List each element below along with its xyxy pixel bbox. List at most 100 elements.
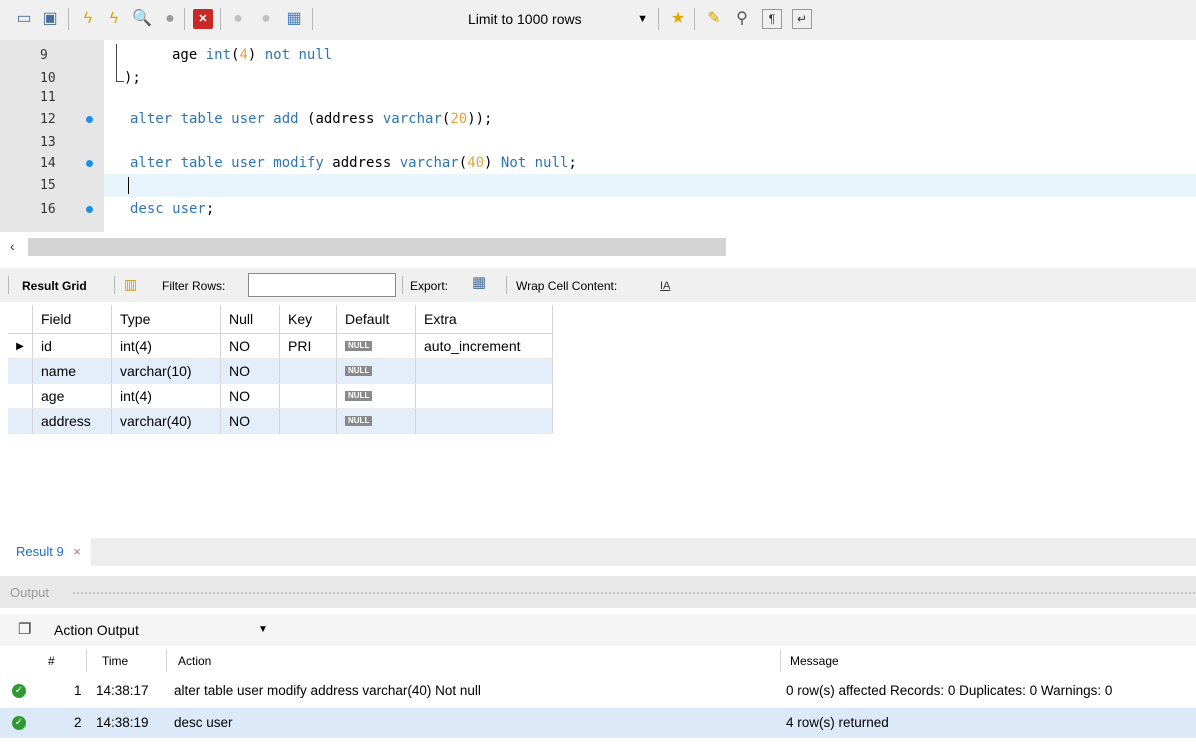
limit-rows-select[interactable]: Limit to 1000 rows ▼	[462, 8, 652, 30]
execute-icon[interactable]: ϟ	[78, 9, 98, 29]
code-text: desc user;	[130, 198, 214, 221]
column-header[interactable]: Null	[220, 305, 280, 334]
table-cell[interactable]: int(4)	[111, 333, 221, 359]
rollback-icon[interactable]: ●	[256, 9, 276, 29]
toggle-error-icon[interactable]: ✕	[193, 9, 213, 29]
scroll-left-icon[interactable]: ‹	[10, 238, 15, 254]
sql-editor[interactable]: 9 age int(4) not null 10 ); 11 12 alter …	[0, 40, 1196, 232]
output-row[interactable]: ✓ 2 14:38:19 desc user 4 row(s) returned	[0, 708, 1196, 738]
execute-current-icon[interactable]: ϟ	[104, 9, 124, 29]
wrap-cell-icon[interactable]: IA	[660, 278, 670, 294]
toolbar-separator	[506, 276, 507, 294]
code-token: ));	[467, 111, 493, 127]
wrap-cell-label: Wrap Cell Content:	[516, 279, 618, 293]
column-header[interactable]: Default	[336, 305, 416, 334]
table-cell[interactable]: varchar(10)	[111, 358, 221, 384]
open-folder-icon[interactable]: ▭	[14, 9, 34, 29]
table-cell[interactable]: NULL	[336, 408, 416, 434]
success-check-icon: ✓	[12, 716, 26, 730]
code-token: Not null	[500, 155, 569, 171]
beautify-icon[interactable]: ✎	[704, 9, 724, 29]
result-grid: Field Type Null Key Default Extra ▶ id i…	[8, 305, 553, 434]
code-token: desc user	[130, 201, 206, 217]
table-cell[interactable]	[415, 358, 553, 384]
result-grid-tab[interactable]: Result Grid	[22, 278, 87, 294]
close-icon[interactable]: ×	[73, 544, 81, 559]
table-cell[interactable]	[279, 383, 337, 409]
code-token: address	[332, 155, 400, 171]
tab-result-9[interactable]: Result 9 ×	[0, 538, 91, 566]
code-line: 16 desc user;	[0, 198, 1196, 221]
table-cell[interactable]: address	[32, 408, 112, 434]
null-badge: NULL	[345, 391, 373, 401]
row-indicator-header	[8, 305, 33, 334]
table-cell[interactable]: NULL	[336, 358, 416, 384]
table-cell[interactable]	[279, 408, 337, 434]
autocommit-icon[interactable]: ▦	[284, 9, 304, 29]
export-icon[interactable]: ▦	[472, 275, 486, 291]
table-row[interactable]: ▶ id int(4) NO PRI NULL auto_increment	[8, 333, 553, 359]
grid-view-icon[interactable]: ▥	[124, 276, 137, 292]
statement-marker-icon	[86, 116, 93, 123]
line-number: 15	[40, 178, 56, 193]
column-header: Time	[102, 654, 129, 668]
save-icon[interactable]: ▣	[40, 9, 60, 29]
editor-horizontal-scrollbar[interactable]: ‹	[0, 236, 1196, 260]
tab-label: Result 9	[16, 544, 64, 559]
column-header[interactable]: Type	[111, 305, 221, 334]
line-number: 12	[40, 112, 56, 127]
output-message: 0 row(s) affected Records: 0 Duplicates:…	[786, 683, 1113, 698]
column-header[interactable]: Field	[32, 305, 112, 334]
table-cell[interactable]: auto_increment	[415, 333, 553, 359]
column-header: Message	[790, 654, 839, 668]
table-cell[interactable]: NO	[220, 333, 280, 359]
table-cell[interactable]: name	[32, 358, 112, 384]
panel-drag-handle[interactable]	[72, 591, 1196, 595]
toolbar-separator	[220, 8, 221, 30]
table-cell[interactable]	[279, 358, 337, 384]
scrollbar-thumb[interactable]	[28, 238, 726, 256]
toolbar-separator	[8, 276, 9, 294]
code-line: 15	[0, 174, 1196, 197]
row-indicator	[8, 408, 33, 434]
toolbar-separator	[694, 8, 695, 30]
toolbar-separator	[114, 276, 115, 294]
table-cell[interactable]	[415, 383, 553, 409]
table-cell[interactable]: NO	[220, 408, 280, 434]
find-icon[interactable]: ⚲	[732, 9, 752, 29]
column-header[interactable]: Key	[279, 305, 337, 334]
export-label: Export:	[410, 279, 449, 293]
wrap-icon[interactable]: ↵	[792, 9, 812, 29]
output-row[interactable]: ✓ 1 14:38:17 alter table user modify add…	[0, 676, 1196, 706]
table-cell[interactable]: age	[32, 383, 112, 409]
column-header: Action	[178, 654, 212, 668]
output-panel-header: Output	[0, 576, 1196, 608]
add-snippet-icon[interactable]: ★	[668, 9, 688, 29]
table-cell[interactable]: NULL	[336, 333, 416, 359]
null-badge: NULL	[345, 416, 373, 426]
table-cell[interactable]	[415, 408, 553, 434]
table-cell[interactable]: PRI	[279, 333, 337, 359]
table-cell[interactable]: NULL	[336, 383, 416, 409]
invisible-chars-icon[interactable]: ¶	[762, 9, 782, 29]
table-cell[interactable]: NO	[220, 383, 280, 409]
code-token: int	[205, 47, 232, 63]
table-cell[interactable]: NO	[220, 358, 280, 384]
column-header[interactable]: Extra	[415, 305, 553, 334]
commit-icon[interactable]: ●	[228, 9, 248, 29]
copy-icon[interactable]: ❐	[18, 620, 31, 638]
code-token: 40	[467, 155, 485, 171]
output-title: Output	[10, 585, 50, 600]
code-text: alter table user modify address varchar(…	[130, 152, 577, 175]
stop-icon[interactable]: ●	[160, 9, 180, 29]
table-cell[interactable]: varchar(40)	[111, 408, 221, 434]
explain-icon[interactable]: 🔍	[132, 9, 152, 29]
table-row[interactable]: name varchar(10) NO NULL	[8, 358, 553, 384]
table-cell[interactable]: id	[32, 333, 112, 359]
table-row[interactable]: address varchar(40) NO NULL	[8, 408, 553, 434]
filter-rows-input[interactable]	[248, 273, 396, 297]
toolbar-separator	[68, 8, 69, 30]
table-cell[interactable]: int(4)	[111, 383, 221, 409]
output-mode-select[interactable]: Action Output ▼	[46, 618, 272, 642]
table-row[interactable]: age int(4) NO NULL	[8, 383, 553, 409]
